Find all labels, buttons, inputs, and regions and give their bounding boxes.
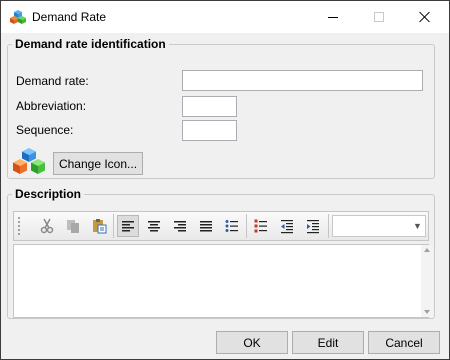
toolbar-grip[interactable]	[17, 216, 21, 236]
scroll-down-icon[interactable]	[424, 310, 430, 314]
demand-rate-label: Demand rate:	[16, 74, 89, 88]
align-left-icon	[122, 221, 134, 232]
description-group: Description ▼	[7, 187, 435, 319]
justify-button[interactable]	[195, 215, 217, 237]
outdent-button[interactable]	[276, 215, 298, 237]
copy-button[interactable]	[62, 215, 84, 237]
colored-cubes-icon	[13, 148, 45, 174]
paste-button[interactable]	[88, 215, 110, 237]
cut-button[interactable]	[36, 215, 58, 237]
align-center-button[interactable]	[143, 215, 165, 237]
maximize-button[interactable]	[356, 1, 402, 33]
sequence-label: Sequence:	[16, 123, 74, 137]
edit-button[interactable]: Edit	[292, 331, 364, 354]
abbreviation-input[interactable]	[182, 96, 237, 117]
outdent-icon	[281, 220, 293, 234]
cubes-icon	[10, 10, 26, 24]
align-center-icon	[148, 221, 160, 232]
close-icon	[419, 11, 431, 23]
maximize-icon	[374, 12, 384, 22]
description-legend: Description	[15, 187, 82, 201]
scroll-up-icon[interactable]	[424, 248, 430, 252]
identification-group: Demand rate identification Demand rate: …	[7, 37, 435, 179]
paste-icon	[93, 219, 107, 234]
copy-icon	[67, 220, 79, 233]
sequence-input[interactable]	[182, 120, 237, 141]
demand-rate-dialog: Demand Rate Demand rate identification D…	[0, 0, 450, 360]
change-icon-button[interactable]: Change Icon...	[53, 152, 143, 175]
toolbar-separator	[246, 214, 247, 238]
minimize-button[interactable]	[310, 1, 356, 33]
indent-button[interactable]	[302, 215, 324, 237]
cancel-button[interactable]: Cancel	[368, 331, 440, 354]
title-bar: Demand Rate	[1, 1, 449, 33]
abbreviation-label: Abbreviation:	[16, 99, 87, 113]
bullet-list-icon	[225, 220, 238, 232]
numbered-list-button[interactable]	[250, 215, 272, 237]
indent-icon	[307, 220, 319, 234]
cut-icon	[40, 218, 54, 234]
toolbar-separator	[328, 214, 329, 238]
numbered-list-icon	[254, 219, 267, 233]
align-right-button[interactable]	[169, 215, 191, 237]
vertical-scrollbar[interactable]	[421, 245, 433, 317]
align-right-icon	[174, 221, 186, 232]
bullet-list-button[interactable]	[221, 215, 243, 237]
close-button[interactable]	[402, 1, 448, 33]
window-title: Demand Rate	[32, 10, 107, 24]
description-editor[interactable]	[13, 244, 429, 318]
ok-button[interactable]: OK	[216, 331, 288, 354]
justify-icon	[200, 221, 212, 232]
identification-legend: Demand rate identification	[15, 37, 166, 51]
chevron-down-icon[interactable]: ▼	[410, 216, 425, 236]
align-left-button[interactable]	[117, 215, 139, 237]
demand-rate-input[interactable]	[182, 70, 423, 91]
minimize-icon	[328, 16, 338, 18]
toolbar-separator	[113, 214, 114, 238]
style-dropdown[interactable]: ▼	[332, 215, 426, 237]
editor-toolbar: ▼	[13, 211, 429, 241]
